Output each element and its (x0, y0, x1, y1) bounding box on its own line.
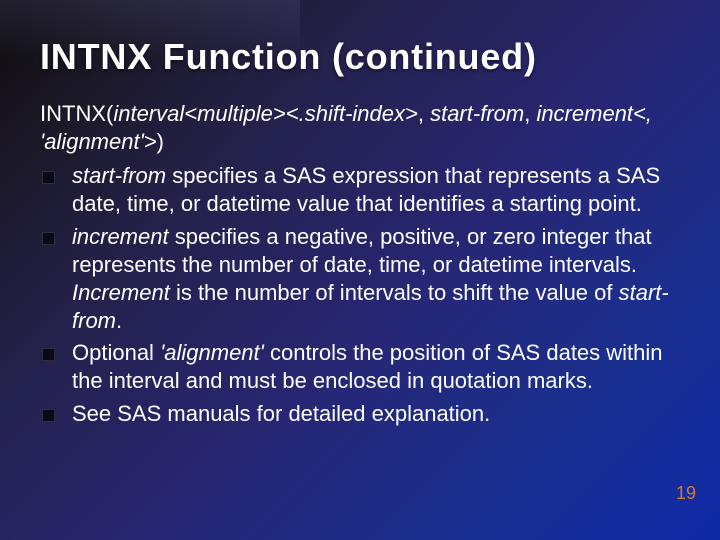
syntax-sep1: , (418, 101, 430, 126)
bullet-item: increment specifies a negative, positive… (40, 223, 684, 336)
slide: INTNX Function (continued) INTNX(interva… (0, 0, 720, 540)
syntax-multiple: <multiple> (184, 101, 286, 126)
syntax-sep2: , (524, 101, 536, 126)
slide-content: INTNX(interval<multiple><.shift-index>, … (40, 100, 684, 432)
bullet-text: See SAS manuals for detailed explanation… (72, 401, 490, 426)
bullet-text: Optional (72, 340, 160, 365)
bullet-term: start-from (72, 163, 166, 188)
syntax-start-from: start-from (430, 101, 524, 126)
page-number: 19 (676, 483, 696, 504)
bullet-term: 'alignment' (160, 340, 264, 365)
bullet-text: is the number of intervals to shift the … (170, 280, 619, 305)
bullet-item: See SAS manuals for detailed explanation… (40, 400, 684, 428)
bullet-list: start-from specifies a SAS expression th… (40, 162, 684, 427)
syntax-align-open: <, (633, 101, 652, 126)
syntax-fn: INTNX( (40, 101, 113, 126)
bullet-item: Optional 'alignment' controls the positi… (40, 339, 684, 395)
bullet-term: increment (72, 224, 169, 249)
slide-title: INTNX Function (continued) (40, 36, 680, 78)
bullet-term: Increment (72, 280, 170, 305)
syntax-line: INTNX(interval<multiple><.shift-index>, … (40, 100, 684, 156)
syntax-close: ) (157, 129, 164, 154)
syntax-alignment: 'alignment' (40, 129, 144, 154)
syntax-interval: interval (113, 101, 184, 126)
bullet-text: . (116, 308, 122, 333)
syntax-shift-index: <.shift-index> (286, 101, 418, 126)
bullet-item: start-from specifies a SAS expression th… (40, 162, 684, 218)
syntax-increment: increment (536, 101, 633, 126)
syntax-align-close: > (144, 129, 157, 154)
